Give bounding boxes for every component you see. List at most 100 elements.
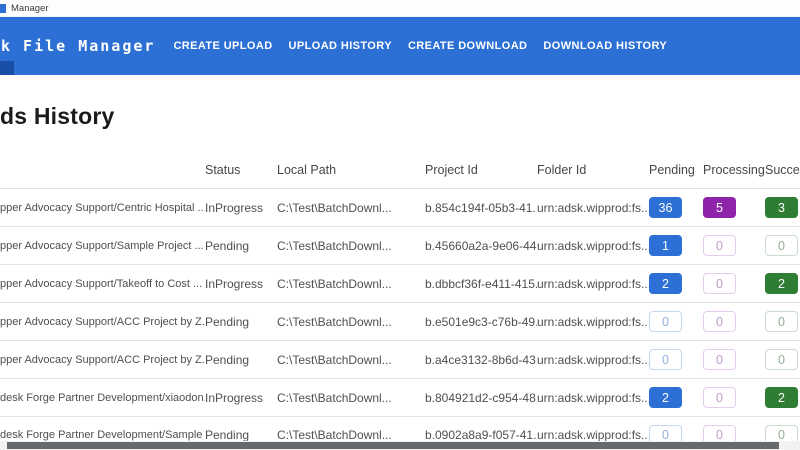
pending-count-badge: 2 [649, 273, 682, 294]
succeeded-count-badge: 3 [765, 197, 798, 218]
pending-count-badge: 36 [649, 197, 682, 218]
processing-cell: 0 [703, 349, 765, 370]
col-status: Status [205, 163, 241, 177]
cell-local-path: C:\Test\BatchDownl... [277, 238, 392, 253]
processing-cell: 5 [703, 197, 765, 218]
processing-count-badge: 5 [703, 197, 736, 218]
app-bar: k File Manager CREATE UPLOAD UPLOAD HIST… [0, 17, 800, 75]
cell-project-id: b.45660a2a-9e06-44... [425, 238, 537, 253]
cell-project-id: b.854c194f-05b3-41... [425, 200, 537, 215]
cell-folder-id: urn:adsk.wipprod:fs... [537, 390, 649, 405]
cell-project-name: pper Advocacy Support/Takeoff to Cost ..… [0, 277, 203, 290]
processing-cell: 0 [703, 235, 765, 256]
cell-project-name: pper Advocacy Support/ACC Project by Z..… [0, 315, 205, 328]
col-local-path: Local Path [277, 163, 337, 177]
succeeded-cell: 2 [765, 273, 800, 294]
succeeded-count-badge: 2 [765, 273, 798, 294]
brand-logo: k File Manager [1, 37, 156, 55]
table-row: pper Advocacy Support/ACC Project by Z..… [0, 302, 800, 340]
table-row: pper Advocacy Support/Takeoff to Cost ..… [0, 264, 800, 302]
app-window-icon [0, 3, 6, 13]
title-bar: Manager [0, 0, 800, 17]
pending-count-badge: 1 [649, 235, 682, 256]
cell-status: Pending [205, 428, 250, 442]
cell-folder-id: urn:adsk.wipprod:fs... [537, 200, 649, 215]
pending-cell: 0 [649, 349, 703, 370]
page-title: ds History [0, 103, 115, 129]
downloads-history-table: Status Local Path Project Id Folder Id P… [0, 152, 800, 450]
col-succeeded: Succeeded [765, 163, 800, 177]
table-row: pper Advocacy Support/ACC Project by Z..… [0, 340, 800, 378]
processing-count-badge: 0 [703, 273, 736, 294]
nav-item-create-download[interactable]: CREATE DOWNLOAD [400, 30, 535, 62]
cell-local-path: C:\Test\BatchDownl... [277, 314, 392, 329]
cell-status: Pending [205, 238, 250, 253]
succeeded-cell: 2 [765, 387, 800, 408]
succeeded-count-badge: 0 [765, 235, 798, 256]
cell-folder-id: urn:adsk.wipprod:fs... [537, 238, 649, 253]
page-content: ds History Status Local Path Project Id … [0, 103, 800, 450]
cell-folder-id: urn:adsk.wipprod:fs... [537, 428, 649, 442]
processing-count-badge: 0 [703, 235, 736, 256]
processing-cell: 0 [703, 273, 765, 294]
pending-cell: 2 [649, 387, 703, 408]
cell-project-name: desk Forge Partner Development/Sample ..… [0, 429, 205, 441]
cell-project-id: b.0902a8a9-f057-41... [425, 428, 537, 442]
succeeded-cell: 0 [765, 349, 800, 370]
scrollbar-thumb[interactable] [7, 442, 779, 449]
succeeded-count-badge: 0 [765, 349, 798, 370]
succeeded-cell: 0 [765, 311, 800, 332]
col-project-id: Project Id [425, 163, 478, 177]
table-row: desk Forge Partner Development/xiaodon..… [0, 378, 800, 416]
col-pending: Pending [649, 163, 695, 177]
col-processing: Processing [703, 163, 765, 177]
cell-local-path: C:\Test\BatchDownl... [277, 352, 392, 367]
table-row: pper Advocacy Support/Centric Hospital .… [0, 188, 800, 226]
cell-status: Pending [205, 352, 250, 367]
cell-project-name: desk Forge Partner Development/xiaodon..… [0, 391, 205, 404]
pending-cell: 1 [649, 235, 703, 256]
nav-item-create-upload[interactable]: CREATE UPLOAD [165, 30, 280, 62]
cell-project-id: b.e501e9c3-c76b-49... [425, 314, 537, 329]
pending-count-badge: 2 [649, 387, 682, 408]
cell-project-name: pper Advocacy Support/ACC Project by Z..… [0, 353, 205, 366]
cell-folder-id: urn:adsk.wipprod:fs... [537, 352, 649, 367]
cell-project-id: b.dbbcf36f-e411-415... [425, 276, 537, 291]
processing-cell: 0 [703, 311, 765, 332]
processing-count-badge: 0 [703, 349, 736, 370]
cell-project-id: b.804921d2-c954-48... [425, 390, 537, 405]
cell-local-path: C:\Test\BatchDownl... [277, 276, 392, 291]
processing-count-badge: 0 [703, 387, 736, 408]
succeeded-count-badge: 0 [765, 311, 798, 332]
appbar-corner-accent [0, 61, 14, 75]
cell-status: InProgress [205, 200, 264, 215]
pending-cell: 0 [649, 311, 703, 332]
nav-item-upload-history[interactable]: UPLOAD HISTORY [281, 30, 400, 62]
cell-status: InProgress [205, 276, 264, 291]
pending-count-badge: 0 [649, 349, 682, 370]
cell-status: InProgress [205, 390, 264, 405]
table-row: pper Advocacy Support/Sample Project ...… [0, 226, 800, 264]
succeeded-count-badge: 2 [765, 387, 798, 408]
table-body: pper Advocacy Support/Centric Hospital .… [0, 188, 800, 450]
cell-local-path: C:\Test\BatchDownl... [277, 200, 392, 215]
horizontal-scrollbar[interactable] [0, 441, 800, 450]
cell-local-path: C:\Test\BatchDownl... [277, 428, 392, 442]
table-header-row: Status Local Path Project Id Folder Id P… [0, 152, 800, 188]
nav-item-download-history[interactable]: DOWNLOAD HISTORY [535, 30, 675, 62]
cell-folder-id: urn:adsk.wipprod:fs... [537, 314, 649, 329]
cell-local-path: C:\Test\BatchDownl... [277, 390, 392, 405]
processing-cell: 0 [703, 387, 765, 408]
pending-count-badge: 0 [649, 311, 682, 332]
main-nav: CREATE UPLOAD UPLOAD HISTORY CREATE DOWN… [165, 30, 675, 62]
cell-folder-id: urn:adsk.wipprod:fs... [537, 276, 649, 291]
window-title: Manager [11, 2, 49, 14]
processing-count-badge: 0 [703, 311, 736, 332]
succeeded-cell: 0 [765, 235, 800, 256]
cell-project-name: pper Advocacy Support/Centric Hospital .… [0, 201, 205, 214]
cell-status: Pending [205, 314, 250, 329]
pending-cell: 2 [649, 273, 703, 294]
cell-project-name: pper Advocacy Support/Sample Project ... [0, 239, 204, 252]
col-folder-id: Folder Id [537, 163, 587, 177]
succeeded-cell: 3 [765, 197, 800, 218]
